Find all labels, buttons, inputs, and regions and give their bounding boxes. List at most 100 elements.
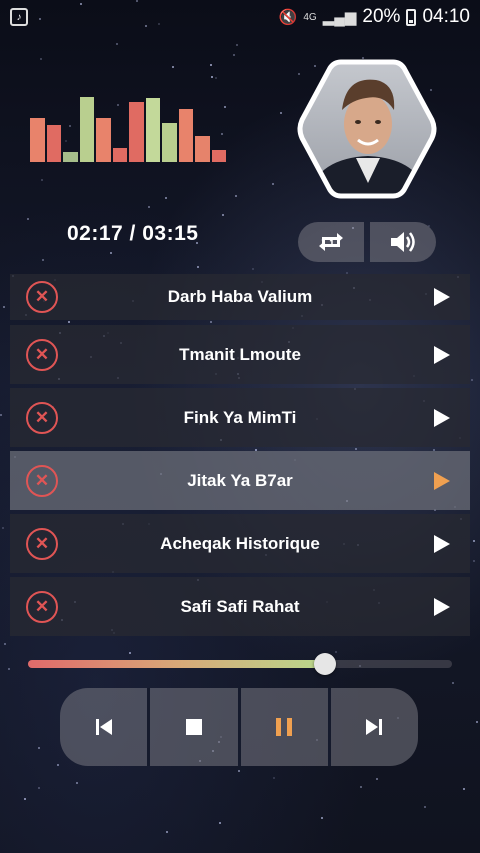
star xyxy=(41,178,44,181)
seek-bar[interactable] xyxy=(28,653,452,675)
star xyxy=(215,76,218,79)
star xyxy=(452,682,455,685)
track-title: Safi Safi Rahat xyxy=(180,596,300,616)
equalizer-bar xyxy=(79,97,94,162)
star xyxy=(376,777,379,780)
star xyxy=(129,651,132,654)
star xyxy=(38,787,41,790)
playlist-row[interactable]: ✕ Jitak Ya B7ar xyxy=(10,451,470,510)
remove-track-icon[interactable]: ✕ xyxy=(26,590,58,623)
star xyxy=(171,65,174,68)
pause-icon xyxy=(276,718,293,736)
mute-icon: 🔇 xyxy=(278,9,298,26)
star xyxy=(335,650,337,653)
star xyxy=(147,206,150,209)
svg-text:1: 1 xyxy=(329,239,335,248)
equalizer-bar xyxy=(145,98,160,162)
track-title: Jitak Ya B7ar xyxy=(187,470,293,490)
playlist-row[interactable]: ✕ Acheqak Historique xyxy=(10,514,470,573)
equalizer-bar xyxy=(195,136,210,162)
star xyxy=(210,64,213,67)
repeat-button[interactable]: 1 xyxy=(298,222,364,262)
play-track-icon[interactable] xyxy=(434,345,450,364)
track-title: Darb Haba Valium xyxy=(167,287,313,306)
play-track-icon[interactable] xyxy=(434,471,450,490)
star xyxy=(222,213,225,216)
playlist-row[interactable]: ✕ Tmanit Lmoute xyxy=(10,325,470,384)
equalizer-bar xyxy=(63,152,78,162)
artist-avatar xyxy=(296,58,438,200)
stop-button[interactable] xyxy=(150,688,241,766)
next-button[interactable] xyxy=(330,688,418,766)
repeat-one-icon: 1 xyxy=(319,233,343,251)
equalizer-bar xyxy=(96,118,111,162)
skip-previous-icon xyxy=(95,719,112,735)
seek-bar-thumb[interactable] xyxy=(313,653,336,675)
star xyxy=(4,642,7,645)
star xyxy=(165,830,168,833)
star xyxy=(320,816,323,819)
star xyxy=(197,265,200,268)
star xyxy=(272,183,275,186)
equalizer-bar xyxy=(46,125,61,162)
playlist-row[interactable]: ✕ Fink Ya MimTi xyxy=(10,388,470,447)
equalizer-bar xyxy=(129,102,144,162)
playlist: ✕ Darb Haba Valium ✕ Tmanit Lmoute ✕ Fink Ya … xyxy=(10,274,470,640)
star xyxy=(462,787,465,790)
star xyxy=(27,218,30,221)
battery-percent: 20% xyxy=(362,6,401,27)
star xyxy=(471,378,474,381)
track-title: Tmanit Lmoute xyxy=(179,344,301,364)
star xyxy=(238,770,241,773)
signal-icon: ▂▄▆ xyxy=(322,9,357,26)
volume-icon xyxy=(391,232,415,252)
star xyxy=(76,782,79,785)
star xyxy=(164,196,167,199)
battery-icon xyxy=(406,8,417,26)
star xyxy=(42,259,45,262)
star xyxy=(233,54,236,57)
star xyxy=(272,776,275,779)
star xyxy=(1,526,4,529)
remove-track-icon[interactable]: ✕ xyxy=(26,527,58,560)
star xyxy=(236,44,239,47)
star xyxy=(37,747,40,750)
star xyxy=(7,668,10,671)
star xyxy=(3,305,6,308)
play-track-icon[interactable] xyxy=(434,288,450,306)
star xyxy=(23,798,26,801)
transport-controls xyxy=(60,688,418,766)
remove-track-icon[interactable]: ✕ xyxy=(26,338,58,371)
star xyxy=(279,112,282,115)
stop-icon xyxy=(185,719,202,735)
play-track-icon[interactable] xyxy=(434,408,450,427)
status-bar: ♪ 🔇 4G ▂▄▆ 20% 04:10 xyxy=(0,0,480,34)
play-track-icon[interactable] xyxy=(434,534,450,553)
playlist-row[interactable]: ✕ Safi Safi Rahat xyxy=(10,577,470,636)
remove-track-icon[interactable]: ✕ xyxy=(26,464,58,497)
star xyxy=(57,764,60,767)
playlist-row[interactable]: ✕ Darb Haba Valium xyxy=(10,274,470,320)
star xyxy=(475,721,478,724)
star xyxy=(0,414,3,417)
star xyxy=(116,43,119,46)
remove-track-icon[interactable]: ✕ xyxy=(26,281,58,313)
avatar-icon xyxy=(297,59,437,199)
equalizer-bar xyxy=(112,148,127,162)
previous-button[interactable] xyxy=(60,688,151,766)
star xyxy=(210,76,213,78)
seek-bar-fill xyxy=(28,660,325,668)
track-title: Fink Ya MimTi xyxy=(183,407,297,427)
star xyxy=(252,267,255,270)
volume-button[interactable] xyxy=(370,222,436,262)
play-track-icon[interactable] xyxy=(434,597,450,616)
equalizer-visualizer xyxy=(30,94,230,162)
star xyxy=(423,805,426,808)
time-display: 02:17 / 03:15 xyxy=(67,222,199,245)
star xyxy=(235,195,238,198)
equalizer-bar xyxy=(178,109,193,162)
star xyxy=(473,560,476,563)
remove-track-icon[interactable]: ✕ xyxy=(26,401,58,434)
star xyxy=(473,539,476,542)
pause-button[interactable] xyxy=(240,688,331,766)
